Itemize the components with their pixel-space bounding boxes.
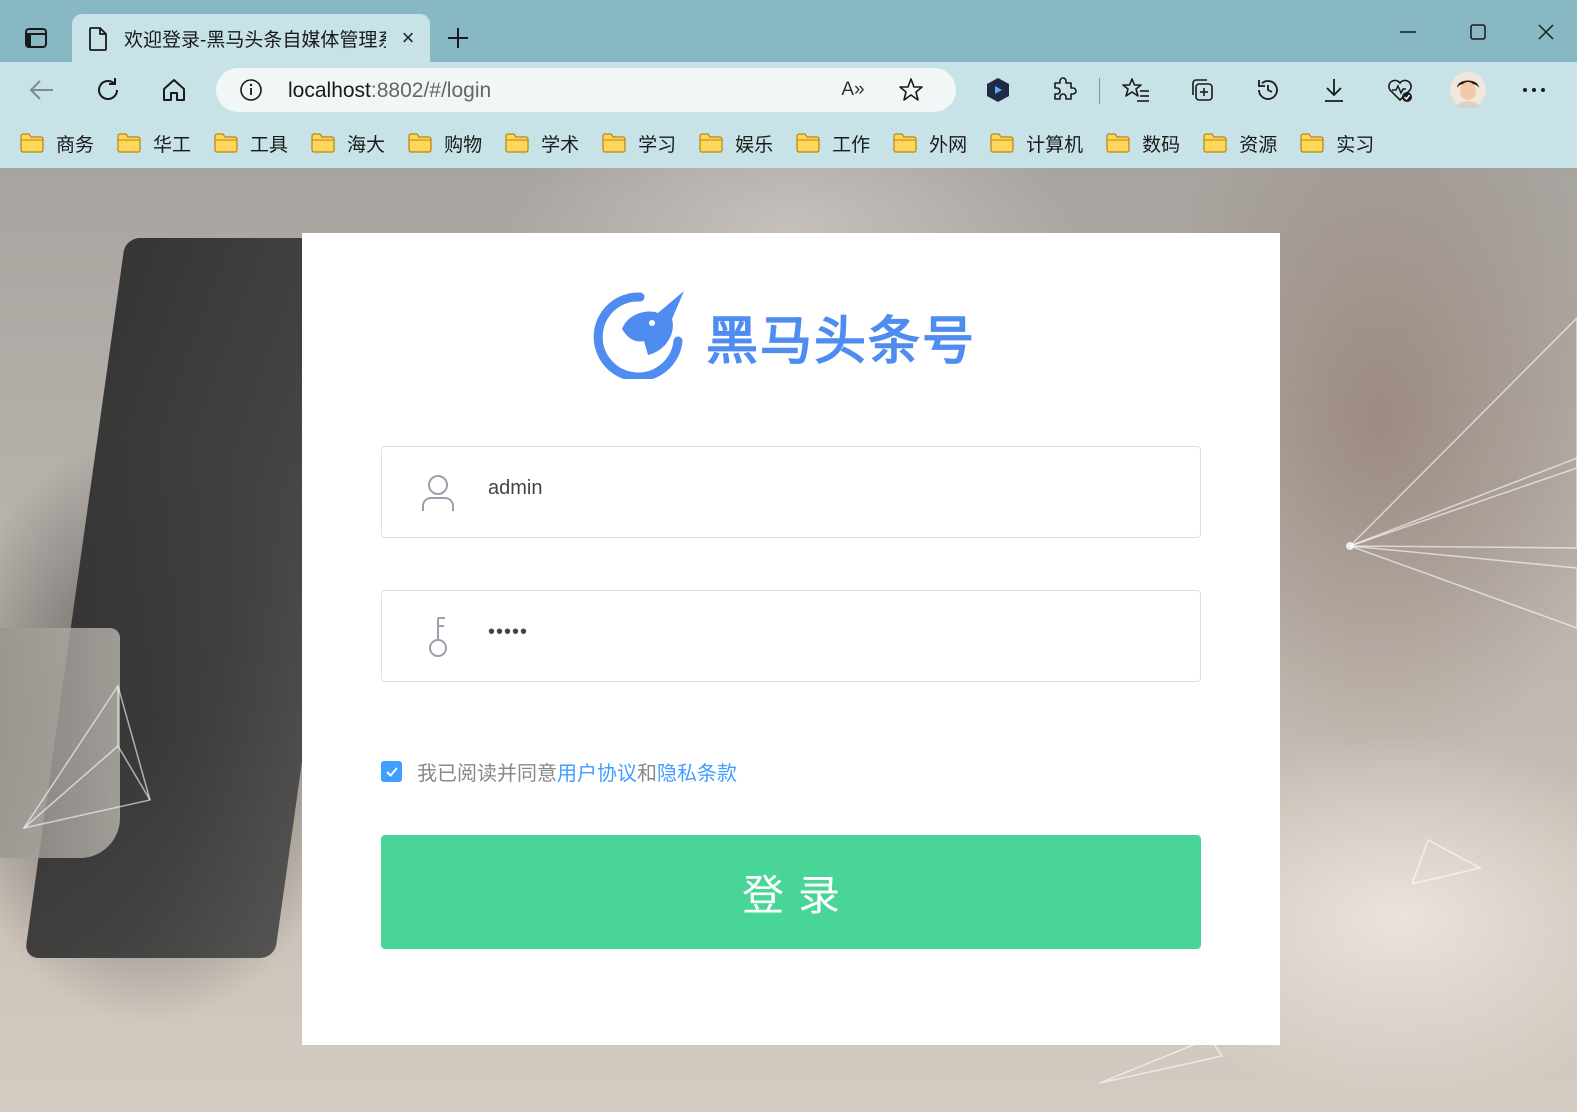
login-button[interactable]: 登录 (381, 835, 1201, 949)
agreement-row: 我已阅读并同意 用户协议 和 隐私条款 (381, 757, 737, 786)
bookmark-label: 工具 (250, 134, 289, 156)
bookmark-label: 海大 (347, 134, 386, 156)
bookmark-label: 外网 (929, 134, 968, 156)
login-card: 黑马头条号 admin ••••• 我已阅读并同意 用户协议 和 隐私条款 登录 (302, 233, 1280, 1045)
folder-icon (1300, 133, 1324, 153)
tab-actions-icon[interactable] (18, 22, 54, 54)
folder-icon (408, 133, 432, 153)
url-text[interactable]: localhost:8802/#/login (288, 79, 491, 103)
bookmark-label: 购物 (444, 134, 483, 156)
brand-logo: 黑马头条号 (592, 289, 976, 384)
bookmark-label: 商务 (56, 134, 95, 156)
home-icon[interactable] (154, 72, 194, 108)
bookmarks-bar: 商务 华工 工具 海大 购物 学术 学习 娱乐 工作 外网 计算机 数码 资源 实习 (0, 118, 1577, 168)
folder-icon (699, 133, 723, 153)
folder-icon (893, 133, 917, 153)
privacy-policy-link[interactable]: 隐私条款 (657, 757, 737, 786)
maximize-icon[interactable] (1458, 14, 1498, 50)
favorites-list-icon[interactable] (1116, 72, 1156, 108)
agree-text: 我已阅读并同意 (417, 763, 557, 785)
site-info-icon[interactable] (238, 77, 264, 103)
folder-icon (311, 133, 335, 153)
refresh-icon[interactable] (88, 72, 128, 108)
bookmark-label: 娱乐 (735, 134, 774, 156)
bookmark-label: 资源 (1239, 134, 1278, 156)
bookmark-label: 数码 (1142, 134, 1181, 156)
back-arrow-icon[interactable] (22, 72, 62, 108)
folder-icon (990, 133, 1014, 153)
user-icon (418, 471, 458, 515)
bookmark-folder[interactable]: 外网 (893, 130, 967, 157)
bookmark-folder[interactable]: 资源 (1203, 130, 1277, 157)
key-icon (418, 615, 458, 659)
folder-icon (20, 133, 44, 153)
bookmark-folder[interactable]: 商务 (20, 130, 94, 157)
extensions-puzzle-icon[interactable] (1044, 72, 1084, 108)
browser-title-bar: 欢迎登录-黑马头条自媒体管理系 × (0, 0, 1577, 62)
toolbar-divider (1099, 78, 1100, 104)
more-menu-icon[interactable] (1514, 72, 1554, 108)
bookmark-folder[interactable]: 购物 (408, 130, 482, 157)
bookmark-label: 学术 (541, 134, 580, 156)
minimize-icon[interactable] (1388, 14, 1428, 50)
login-button-label: 登录 (741, 871, 854, 919)
close-window-icon[interactable] (1526, 14, 1566, 50)
folder-icon (1203, 133, 1227, 153)
password-input[interactable]: ••••• (488, 621, 528, 644)
bookmark-folder[interactable]: 工具 (214, 130, 288, 157)
bookmark-label: 工作 (832, 134, 871, 156)
password-field[interactable]: ••••• (381, 590, 1201, 682)
bookmark-folder[interactable]: 数码 (1106, 130, 1180, 157)
user-agreement-link[interactable]: 用户协议 (557, 757, 637, 786)
browser-essentials-icon[interactable] (1380, 72, 1420, 108)
bookmark-folder[interactable]: 华工 (117, 130, 191, 157)
profile-avatar[interactable] (1448, 70, 1488, 110)
downloads-icon[interactable] (1314, 72, 1354, 108)
history-icon[interactable] (1248, 72, 1288, 108)
folder-icon (214, 133, 238, 153)
folder-icon (505, 133, 529, 153)
browser-toolbar: localhost:8802/#/login A» (0, 62, 1577, 118)
bookmark-folder[interactable]: 学习 (602, 130, 676, 157)
bookmark-folder[interactable]: 实习 (1300, 130, 1374, 157)
brand-name: 黑马头条号 (706, 312, 977, 372)
favorite-star-icon[interactable] (896, 76, 926, 104)
agree-checkbox[interactable] (381, 761, 402, 782)
bookmark-folder[interactable]: 计算机 (990, 130, 1083, 157)
agree-and-text: 和 (637, 763, 657, 785)
read-aloud-icon[interactable]: A» (838, 76, 868, 104)
bookmark-label: 华工 (153, 134, 192, 156)
address-bar[interactable]: localhost:8802/#/login A» (216, 68, 956, 112)
folder-icon (1106, 133, 1130, 153)
tab-title: 欢迎登录-黑马头条自媒体管理系 (124, 29, 386, 51)
bookmark-label: 学习 (638, 134, 677, 156)
bookmark-folder[interactable]: 工作 (796, 130, 870, 157)
bookmark-folder[interactable]: 娱乐 (699, 130, 773, 157)
browser-tab-active[interactable]: 欢迎登录-黑马头条自媒体管理系 × (72, 14, 430, 62)
document-icon (88, 27, 108, 51)
close-tab-icon[interactable]: × (398, 25, 418, 51)
folder-icon (117, 133, 141, 153)
horse-logo-icon (592, 289, 688, 384)
bookmark-folder[interactable]: 学术 (505, 130, 579, 157)
login-page-background: 黑马头条号 admin ••••• 我已阅读并同意 用户协议 和 隐私条款 登录 (0, 168, 1577, 1112)
folder-icon (796, 133, 820, 153)
bookmark-label: 实习 (1336, 134, 1375, 156)
username-field[interactable]: admin (381, 446, 1201, 538)
bookmark-folder[interactable]: 海大 (311, 130, 385, 157)
bookmark-label: 计算机 (1026, 134, 1084, 156)
username-input[interactable]: admin (488, 477, 542, 500)
collections-icon[interactable] (1182, 72, 1222, 108)
new-tab-button[interactable] (440, 20, 476, 56)
folder-icon (602, 133, 626, 153)
extension-shield-icon[interactable] (978, 72, 1018, 108)
